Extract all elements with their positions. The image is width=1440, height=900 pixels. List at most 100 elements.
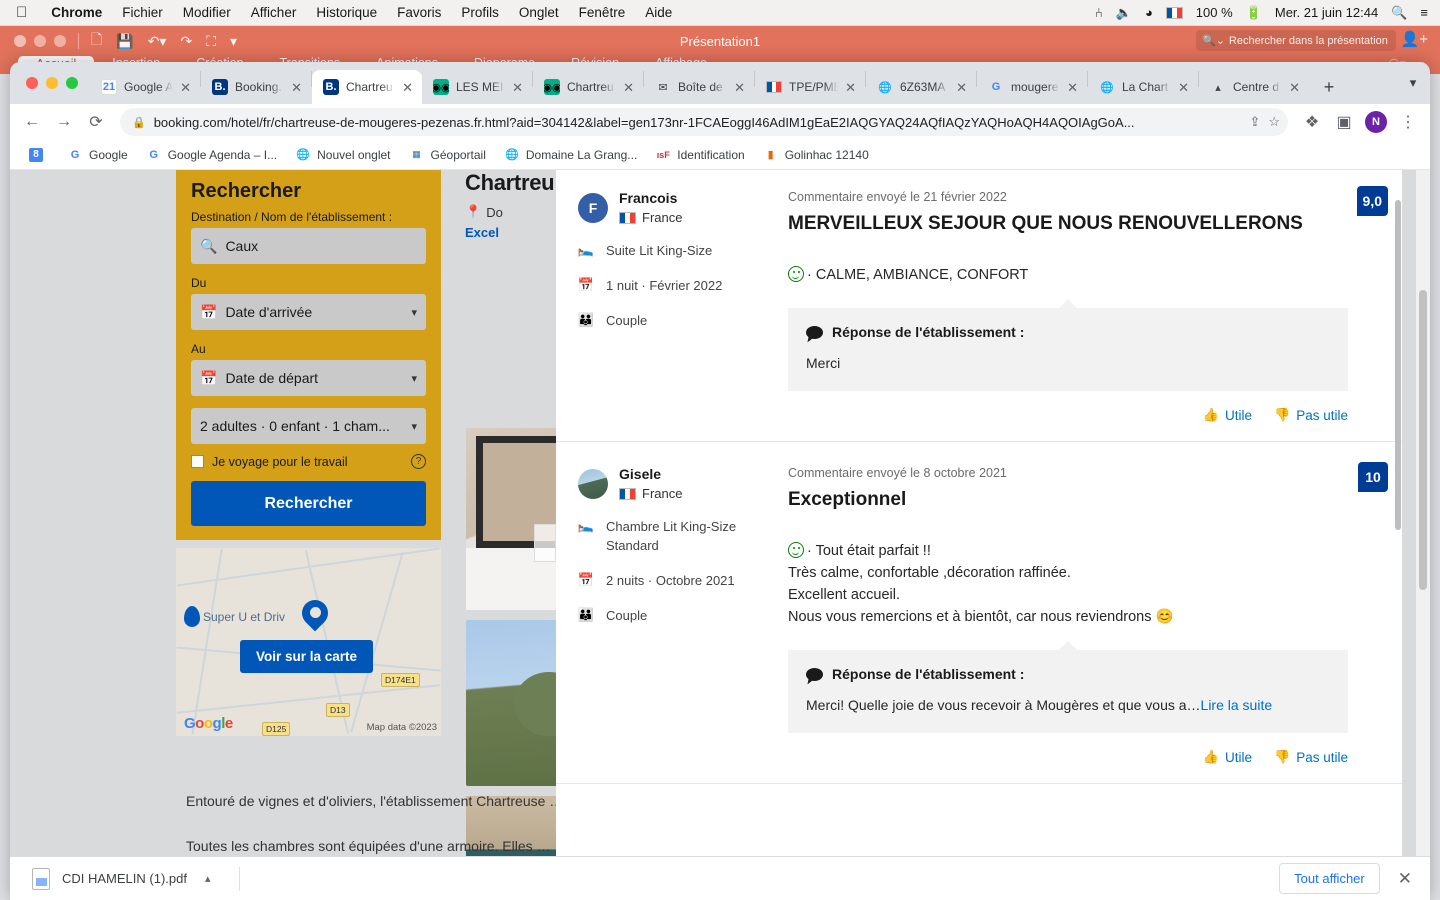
download-item[interactable]: CDI HAMELIN (1).pdf ▴ bbox=[24, 867, 219, 890]
present-icon[interactable]: ⛶ bbox=[206, 33, 216, 50]
close-icon[interactable]: ✕ bbox=[291, 81, 302, 94]
more-icon[interactable]: ▾ bbox=[230, 33, 237, 50]
powerpoint-window-controls[interactable] bbox=[0, 35, 66, 47]
wifi-icon[interactable]: ◕ bbox=[1145, 5, 1153, 20]
ppt-maximize-button[interactable] bbox=[54, 35, 66, 47]
menu-fenetre[interactable]: Fenêtre bbox=[569, 5, 636, 20]
search-button[interactable]: Rechercher bbox=[191, 481, 426, 526]
business-travel-row[interactable]: Je voyage pour le travail ? bbox=[191, 454, 426, 469]
close-icon[interactable]: ✕ bbox=[512, 81, 523, 94]
tab-booking[interactable]: B. Booking. ✕ bbox=[201, 70, 311, 104]
menu-fichier[interactable]: Fichier bbox=[112, 5, 173, 20]
add-user-icon[interactable]: 👤+ bbox=[1401, 30, 1428, 48]
powerpoint-search-box[interactable]: 🔍⌄ Rechercher dans la présentation bbox=[1196, 30, 1396, 51]
share-icon[interactable]: ⇪ bbox=[1249, 114, 1260, 130]
occupancy-input[interactable]: 2 adultes · 0 enfant · 1 cham... ▾ bbox=[191, 408, 426, 444]
address-bar[interactable]: 🔒 booking.com/hotel/fr/chartreuse-de-mou… bbox=[120, 108, 1288, 136]
tab-tpe-pme[interactable]: TPE/PME ✕ bbox=[755, 70, 865, 104]
tab-mougeres-google[interactable]: G mougere ✕ bbox=[977, 70, 1087, 104]
close-icon[interactable]: ✕ bbox=[1067, 81, 1078, 94]
modal-scrollbar[interactable] bbox=[1394, 170, 1402, 900]
close-icon[interactable]: ✕ bbox=[734, 81, 745, 94]
close-icon[interactable]: ✕ bbox=[402, 81, 413, 94]
undo-icon[interactable]: ↶▾ bbox=[148, 33, 167, 50]
question-mark-icon[interactable]: ? bbox=[411, 454, 426, 469]
ppt-close-button[interactable] bbox=[14, 35, 26, 47]
close-icon[interactable]: ✕ bbox=[623, 81, 634, 94]
tab-chartreuse-active[interactable]: B. Chartreu ✕ bbox=[312, 70, 422, 104]
apple-icon[interactable]:  bbox=[0, 5, 41, 20]
modal-scrollbar-thumb[interactable] bbox=[1395, 200, 1401, 530]
show-all-downloads-button[interactable]: Tout afficher bbox=[1279, 863, 1380, 894]
menu-onglet[interactable]: Onglet bbox=[509, 5, 569, 20]
menu-modifier[interactable]: Modifier bbox=[173, 5, 241, 20]
tab-6z63ma[interactable]: 🌐 6Z63MA ✕ bbox=[866, 70, 976, 104]
close-icon[interactable]: ✕ bbox=[1289, 81, 1300, 94]
view-on-map-button[interactable]: Voir sur la carte bbox=[240, 640, 374, 673]
new-slide-icon[interactable]: 🗋 bbox=[91, 29, 102, 53]
destination-input[interactable]: 🔍 Caux bbox=[191, 228, 426, 264]
volume-icon[interactable]: 🔈 bbox=[1116, 5, 1132, 21]
bookmark-domaine-la-grange[interactable]: 🌐 Domaine La Grang... bbox=[497, 144, 644, 166]
menu-aide[interactable]: Aide bbox=[635, 5, 682, 20]
close-icon[interactable]: ✕ bbox=[180, 81, 191, 94]
new-tab-button[interactable]: + bbox=[1315, 73, 1343, 101]
close-icon[interactable]: ✕ bbox=[956, 81, 967, 94]
chevron-up-icon[interactable]: ▴ bbox=[205, 872, 211, 885]
save-icon[interactable]: 💾 bbox=[116, 33, 133, 50]
bookmark-blue-8[interactable]: 8 bbox=[22, 145, 56, 165]
bookmark-nouvel-onglet[interactable]: 🌐 Nouvel onglet bbox=[288, 144, 397, 166]
chrome-maximize-button[interactable] bbox=[66, 77, 78, 89]
control-center-icon[interactable]: ≡ bbox=[1420, 5, 1428, 20]
tab-gmail[interactable]: ✉ Boîte de ✕ bbox=[644, 70, 754, 104]
tab-la-chartreuse[interactable]: 🌐 La Chart ✕ bbox=[1088, 70, 1198, 104]
tab-les-meilleurs[interactable]: ◉◉ LES MEI ✕ bbox=[422, 70, 532, 104]
menu-bar-clock[interactable]: Mer. 21 juin 12:44 bbox=[1275, 5, 1378, 20]
not-helpful-button[interactable]: 👎 Pas utile bbox=[1274, 407, 1348, 423]
checkout-date-input[interactable]: 📅 Date de départ ▾ bbox=[191, 360, 426, 396]
battery-percent[interactable]: 100 % bbox=[1196, 5, 1233, 20]
not-helpful-button[interactable]: 👎 Pas utile bbox=[1274, 749, 1348, 765]
redo-icon[interactable]: ↷ bbox=[180, 33, 192, 50]
business-travel-checkbox[interactable] bbox=[191, 455, 204, 468]
close-icon[interactable]: ✕ bbox=[1178, 81, 1189, 94]
checkin-date-input[interactable]: 📅 Date d'arrivée ▾ bbox=[191, 294, 426, 330]
close-icon[interactable]: ✕ bbox=[1394, 869, 1416, 889]
bluetooth-icon[interactable]: ⑃ bbox=[1095, 5, 1103, 20]
bookmark-google[interactable]: G Google bbox=[60, 144, 135, 166]
reload-icon[interactable]: ⟳ bbox=[82, 108, 110, 136]
read-more-link[interactable]: Lire la suite bbox=[1201, 697, 1273, 713]
side-panel-icon[interactable]: ▣ bbox=[1330, 108, 1358, 136]
helpful-button[interactable]: 👍 Utile bbox=[1203, 407, 1252, 423]
avatar[interactable]: N bbox=[1362, 108, 1390, 136]
menu-profils[interactable]: Profils bbox=[451, 5, 509, 20]
page-scrollbar-thumb[interactable] bbox=[1419, 290, 1427, 590]
bookmark-google-agenda[interactable]: G Google Agenda – I... bbox=[139, 144, 284, 166]
spotlight-search-icon[interactable]: 🔍 bbox=[1391, 5, 1407, 21]
tab-chartreuse-tripadvisor[interactable]: ◉◉ Chartreu ✕ bbox=[533, 70, 643, 104]
menu-afficher[interactable]: Afficher bbox=[241, 5, 307, 20]
french-flag-icon[interactable] bbox=[1165, 6, 1183, 19]
star-icon[interactable]: ☆ bbox=[1268, 114, 1280, 130]
menu-favoris[interactable]: Favoris bbox=[387, 5, 451, 20]
menu-historique[interactable]: Historique bbox=[306, 5, 387, 20]
three-dot-menu-icon[interactable]: ⋮ bbox=[1394, 108, 1422, 136]
battery-charging-icon[interactable]: 🔋 bbox=[1246, 5, 1262, 21]
map-preview[interactable]: Super U et Driv Voir sur la carte D174E1… bbox=[176, 548, 441, 736]
bookmark-geoportail[interactable]: ▦ Géoportail bbox=[402, 144, 493, 166]
tab-google-agenda[interactable]: 21 Google A ✕ bbox=[90, 70, 200, 104]
menu-chrome[interactable]: Chrome bbox=[41, 5, 112, 20]
chevron-down-icon[interactable]: ▾ bbox=[1396, 62, 1430, 104]
close-icon[interactable]: ✕ bbox=[845, 81, 856, 94]
page-scrollbar[interactable] bbox=[1416, 170, 1430, 900]
bookmark-identification[interactable]: ısF Identification bbox=[648, 144, 751, 166]
helpful-button[interactable]: 👍 Utile bbox=[1203, 749, 1252, 765]
chrome-close-button[interactable] bbox=[26, 77, 38, 89]
ppt-minimize-button[interactable] bbox=[34, 35, 46, 47]
quick-access-toolbar[interactable]: 🗋 💾 ↶▾ ↷ ⛶ ▾ bbox=[91, 29, 237, 53]
bookmark-golinhac[interactable]: ▮ Golinhac 12140 bbox=[756, 144, 876, 166]
tab-centre-de[interactable]: ▴ Centre d ✕ bbox=[1199, 70, 1309, 104]
extensions-icon[interactable]: ❖ bbox=[1298, 108, 1326, 136]
chrome-window-controls[interactable] bbox=[20, 62, 90, 104]
chrome-minimize-button[interactable] bbox=[46, 77, 58, 89]
